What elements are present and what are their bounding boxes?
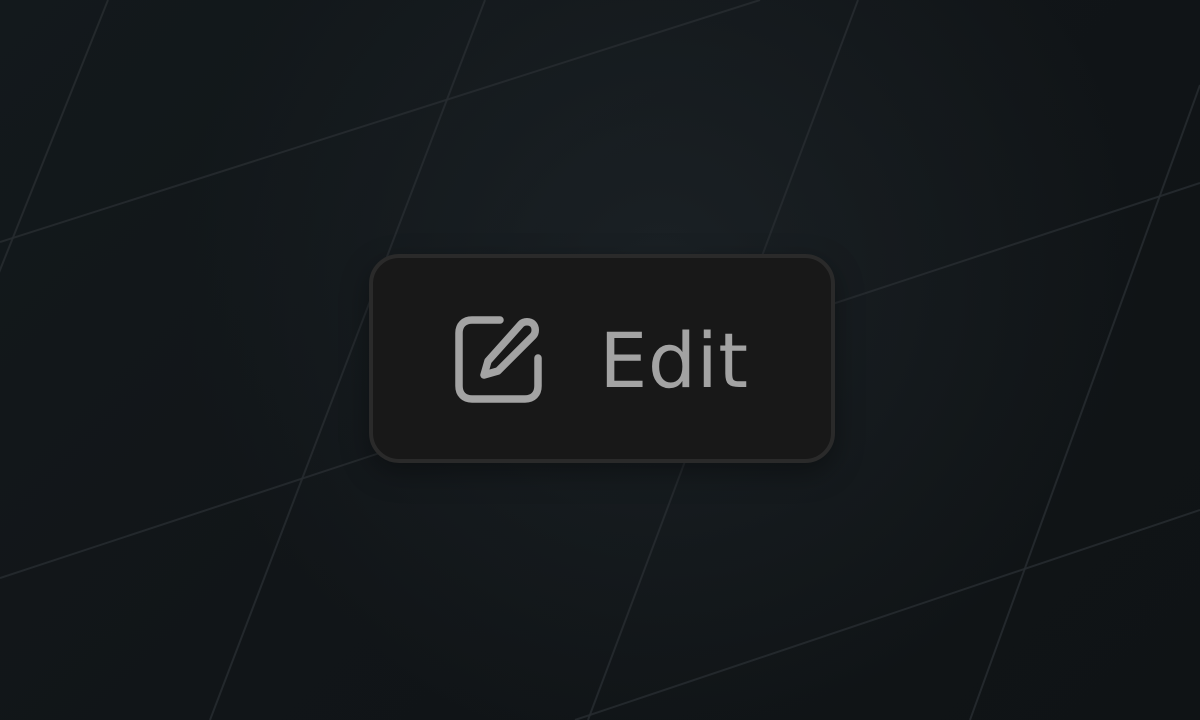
background-stage: Edit <box>0 0 1200 720</box>
grid-line <box>0 0 761 243</box>
grid-line <box>574 509 1200 720</box>
edit-icon <box>455 315 543 404</box>
grid-line <box>969 84 1200 720</box>
edit-button[interactable]: Edit <box>369 254 835 463</box>
grid-line <box>0 0 109 273</box>
edit-button-label: Edit <box>599 315 749 405</box>
